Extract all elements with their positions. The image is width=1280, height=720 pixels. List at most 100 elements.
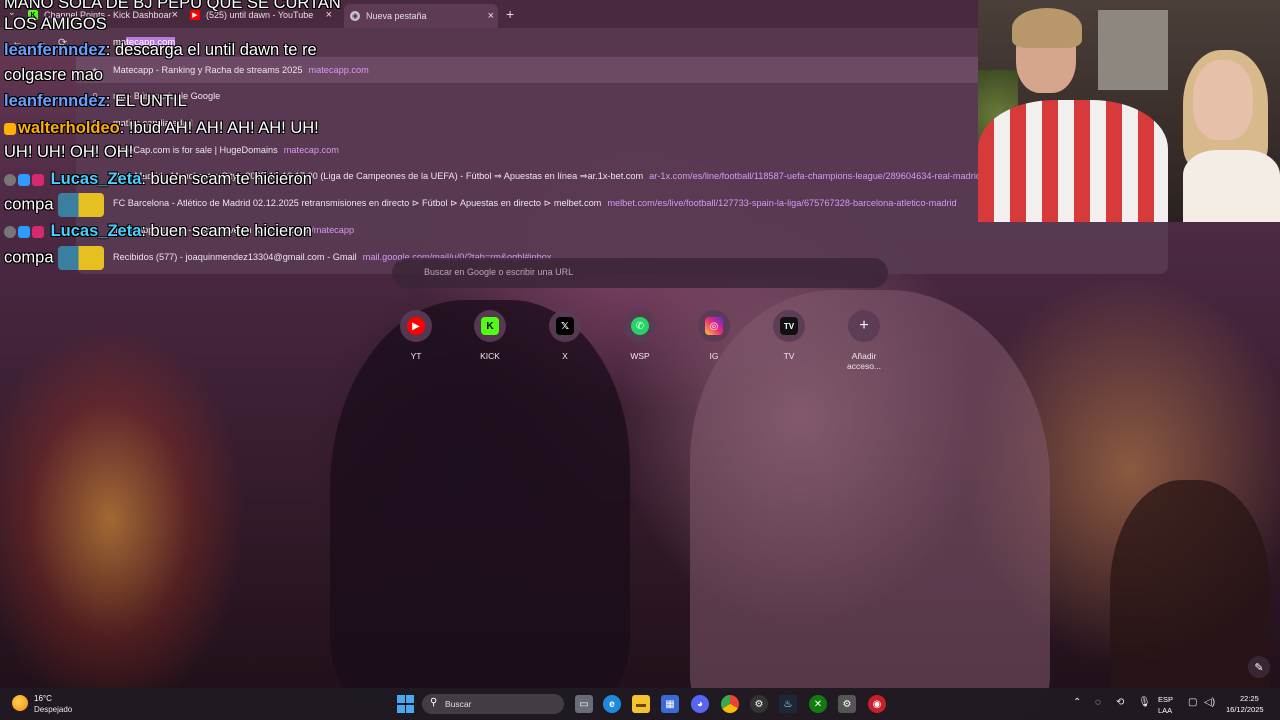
discord-icon[interactable]: ◕ [691, 695, 709, 713]
weather-sun-icon[interactable] [12, 695, 28, 711]
shortcut-circle: ◎ [698, 310, 730, 342]
language-indicator-top[interactable]: ESP [1158, 695, 1173, 704]
add-shortcut-button[interactable]: + Añadir acceso... [834, 310, 894, 371]
chat-text: compa [4, 195, 54, 214]
kick-icon: K [481, 317, 499, 335]
chat-username: walterholdeo [18, 119, 120, 137]
steam-icon[interactable]: ♨ [779, 695, 797, 713]
whatsapp-icon: ✆ [631, 317, 649, 335]
chat-message: LOS AMIGOS [4, 15, 107, 34]
taskbar-search-label: Buscar [445, 699, 472, 709]
webcam-person-left-hair [1012, 8, 1082, 48]
tray-app-icon[interactable]: ◌ [1095, 697, 1101, 708]
chat-text: : buen scam te hicieron [141, 170, 312, 188]
chat-text: UH! UH! OH! OH! [4, 143, 134, 161]
shortcut-label: WSP [630, 351, 650, 361]
chat-message: walterholdeo: !bud AH! AH! AH! AH! UH! [4, 119, 319, 138]
shortcut-label: Añadir acceso... [846, 351, 882, 371]
close-tab-icon[interactable]: × [488, 10, 494, 22]
shortcut-circle: + [848, 310, 880, 342]
chat-text: compa [4, 248, 54, 267]
chat-message: UH! UH! OH! OH! [4, 143, 133, 162]
suggestion-title: FC Barcelona - Atlético de Madrid 02.12.… [113, 197, 602, 208]
tray-sync-icon[interactable]: ⟲ [1116, 697, 1124, 708]
chat-message: leanfernndez: EL UNTIL [4, 92, 187, 111]
new-tab-button[interactable]: + [506, 6, 514, 22]
notification-app-icon[interactable]: ◉ [868, 695, 886, 713]
chat-username: Lucas_Zeta [50, 170, 142, 188]
shortcut-circle: ✆ [624, 310, 656, 342]
app-icon[interactable]: ⚙ [750, 695, 768, 713]
emote-icon [57, 246, 104, 270]
badge-icon [32, 225, 44, 238]
settings-gear-icon[interactable]: ⚙ [838, 695, 856, 713]
badge-icon [4, 173, 16, 186]
chat-message: leanfernndez: descarga el until dawn te … [4, 41, 317, 60]
tab-title: Nueva pestaña [366, 11, 427, 21]
suggestion-title: Matecapp - Ranking y Racha de streams 20… [113, 65, 303, 75]
shortcut-yt[interactable]: ▶ YT [386, 310, 446, 361]
suggestion-title: MateCap.com is for sale | HugeDomains [113, 145, 278, 155]
badge-icon [4, 225, 16, 238]
clock-date[interactable]: 16/12/2025 [1226, 705, 1264, 714]
instagram-icon: ◎ [705, 317, 723, 335]
weather-temperature[interactable]: 16°C [34, 694, 52, 703]
tv-icon: TV [780, 317, 798, 335]
shortcut-circle: 𝕏 [549, 310, 581, 342]
xbox-icon[interactable]: ✕ [809, 695, 827, 713]
chat-text: colgasre mao [4, 66, 104, 84]
badge-icon [32, 173, 44, 186]
windows-logo-icon [396, 704, 405, 713]
shortcut-label: IG [709, 351, 719, 361]
weather-description[interactable]: Despejado [34, 705, 72, 714]
edge-icon[interactable]: e [603, 695, 621, 713]
shortcut-label: X [562, 351, 568, 361]
chevron-up-icon[interactable]: ⌃ [1073, 697, 1081, 708]
shortcut-tv[interactable]: TV TV [759, 310, 819, 361]
add-icon: + [859, 317, 869, 334]
webcam-window-background [1098, 10, 1168, 90]
chat-message: compa [4, 246, 104, 270]
file-explorer-icon[interactable]: ▬ [632, 695, 650, 713]
shortcut-x[interactable]: 𝕏 X [535, 310, 595, 361]
tab-new-tab[interactable]: ◉ Nueva pestaña × [344, 4, 498, 28]
volume-icon[interactable]: ◁) [1204, 697, 1215, 708]
youtube-icon: ▶ [407, 317, 425, 335]
suggestion-url: melbet.com/es/live/football/127733-spain… [607, 198, 957, 208]
ntp-search-box[interactable]: Buscar en Google o escribir una URL [392, 258, 888, 288]
badge-icon [18, 173, 30, 186]
windows-logo-icon [405, 695, 414, 704]
chat-text: : descarga el until dawn te re [105, 41, 317, 59]
shortcut-kick[interactable]: K KICK [460, 310, 520, 361]
suggestion-url: ar-1x.com/es/line/football/118587-uefa-c… [649, 171, 981, 181]
webcam-person-left-jersey [978, 100, 1168, 222]
chat-text: : !bud AH! AH! AH! AH! UH! [119, 119, 319, 137]
start-button[interactable] [396, 695, 414, 713]
task-view-icon[interactable]: ▭ [575, 695, 593, 713]
taskbar-search-box[interactable]: ⚲ Buscar [422, 694, 564, 714]
chat-text: LOS AMIGOS [4, 15, 107, 33]
chat-message: Lucas_Zeta: buen scam te hicieron [4, 222, 312, 241]
microsoft-store-icon[interactable]: ▦ [661, 695, 679, 713]
shortcut-ig[interactable]: ◎ IG [684, 310, 744, 361]
shortcut-circle: ▶ [400, 310, 432, 342]
network-icon[interactable]: ▢ [1188, 697, 1197, 708]
chat-message: compa [4, 193, 104, 217]
chrome-icon[interactable] [721, 695, 739, 713]
shortcut-circle: K [474, 310, 506, 342]
ntp-search-placeholder: Buscar en Google o escribir una URL [424, 267, 574, 277]
shortcut-label: KICK [480, 351, 500, 361]
microphone-icon[interactable]: 🎙 [1138, 697, 1151, 708]
search-icon: ⚲ [430, 697, 438, 708]
suggestion-title: Recibidos (577) - joaquinmendez13304@gma… [113, 252, 357, 262]
customize-pencil-icon[interactable]: ✎ [1248, 656, 1270, 678]
shortcut-wsp[interactable]: ✆ WSP [610, 310, 670, 361]
x-icon: 𝕏 [556, 317, 574, 335]
chat-text: : EL UNTIL [105, 92, 187, 110]
chat-message: Lucas_Zeta: buen scam te hicieron [4, 170, 312, 189]
crown-badge-icon [4, 122, 16, 135]
clock-time[interactable]: 22:25 [1240, 694, 1259, 703]
chat-text: : buen scam te hicieron [141, 222, 312, 240]
language-indicator-bottom[interactable]: LAA [1158, 706, 1172, 715]
shortcut-label: TV [783, 351, 795, 361]
